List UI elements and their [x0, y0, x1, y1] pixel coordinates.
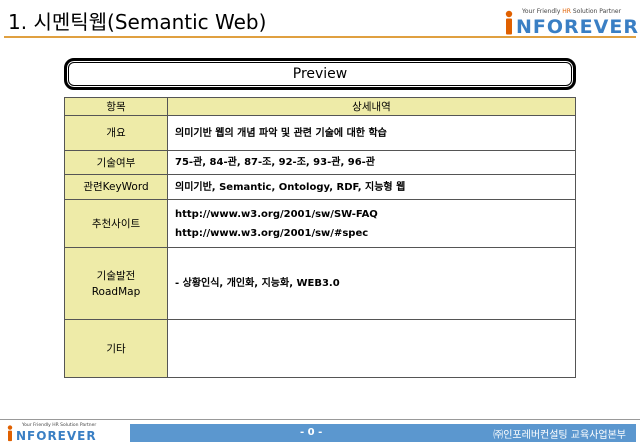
site-link[interactable]: http://www.w3.org/2001/sw/#spec: [175, 224, 575, 243]
footer-logo: Your Friendly HR Solution Partner NFOREV…: [4, 423, 128, 443]
table-row: 기술발전 RoadMap - 상황인식, 개인화, 지능화, WEB3.0: [64, 247, 576, 320]
row-key: 관련KeyWord: [64, 174, 168, 200]
page-number: - 0 -: [300, 427, 323, 438]
table-header-row: 항목 상세내역: [64, 97, 576, 116]
table-row: 기타: [64, 319, 576, 378]
footer-logo-wordmark: NFOREVER: [16, 429, 97, 443]
row-key: 추천사이트: [64, 199, 168, 248]
table-row: 개요 의미기반 웹의 개념 파악 및 관련 기술에 대한 학습: [64, 115, 576, 151]
row-key: 기술발전 RoadMap: [64, 247, 168, 320]
row-value: http://www.w3.org/2001/sw/SW-FAQ http://…: [167, 199, 576, 248]
page-title: 1. 시멘틱웹(Semantic Web): [8, 10, 267, 34]
footer-logo-tagline: Your Friendly HR Solution Partner: [22, 423, 97, 428]
preview-banner: Preview: [64, 58, 576, 90]
inforever-logo: Your Friendly HR Solution Partner NFOREV…: [500, 6, 639, 38]
row-key: 개요: [64, 115, 168, 151]
row-value: [167, 319, 576, 378]
row-key-line: 기술발전: [96, 269, 136, 282]
row-value: 의미기반, Semantic, Ontology, RDF, 지능형 웹: [167, 174, 576, 200]
header-item: 항목: [64, 97, 168, 116]
person-mark-icon: [7, 425, 13, 442]
row-value: 의미기반 웹의 개념 파악 및 관련 기술에 대한 학습: [167, 115, 576, 151]
row-key: 기타: [64, 319, 168, 378]
row-value: - 상황인식, 개인화, 지능화, WEB3.0: [167, 247, 576, 320]
company-name: ㈜인포레버컨설팅 교육사업본부: [493, 430, 626, 441]
table-row: 기술여부 75-관, 84-관, 87-조, 92-조, 93-관, 96-관: [64, 150, 576, 175]
row-value: 75-관, 84-관, 87-조, 92-조, 93-관, 96-관: [167, 150, 576, 175]
logo-tagline: Your Friendly HR Solution Partner: [522, 8, 622, 15]
table-row: 추천사이트 http://www.w3.org/2001/sw/SW-FAQ h…: [64, 199, 576, 248]
row-key: 기술여부: [64, 150, 168, 175]
header-detail: 상세내역: [167, 97, 576, 116]
row-key-line: RoadMap: [91, 285, 141, 298]
footer-divider: [0, 419, 640, 420]
preview-label: Preview: [292, 66, 348, 82]
site-link[interactable]: http://www.w3.org/2001/sw/SW-FAQ: [175, 205, 575, 224]
logo-wordmark: NFOREVER: [516, 16, 639, 38]
table-row: 관련KeyWord 의미기반, Semantic, Ontology, RDF,…: [64, 174, 576, 200]
detail-table: 항목 상세내역 개요 의미기반 웹의 개념 파악 및 관련 기술에 대한 학습 …: [64, 97, 576, 378]
